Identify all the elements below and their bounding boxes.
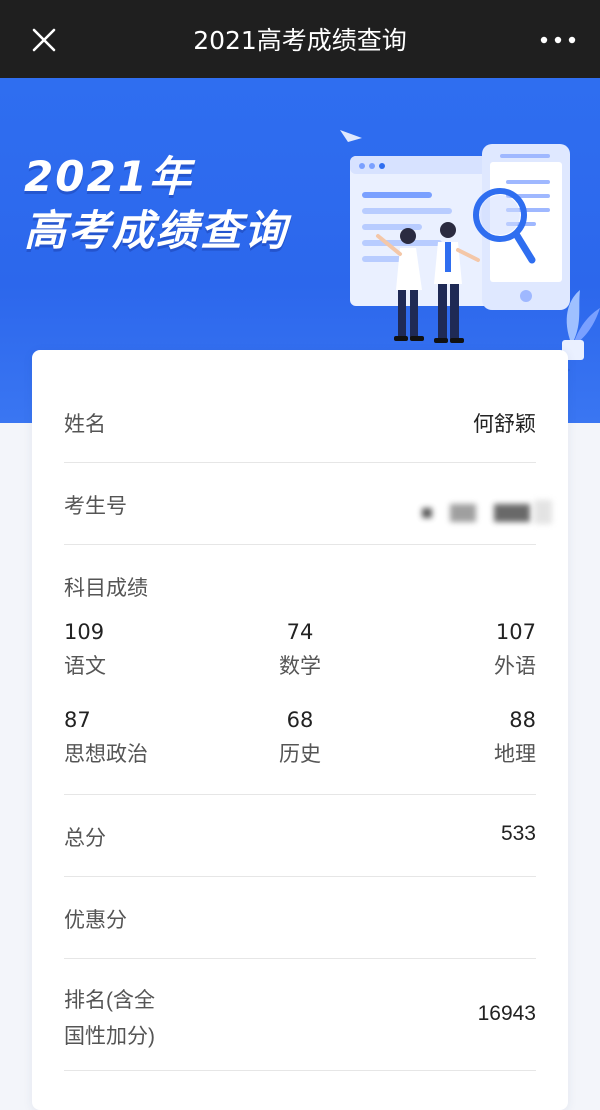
rank-label-line1: 排名(含全 [64,989,155,1012]
result-card: 姓名 何舒颖 考生号 科目成绩 109 语文 74 数学 107 外语 87 思… [32,350,568,1110]
subject-name: 数学 [279,654,321,678]
rank-row: 排名(含全 国性加分) 16943 [64,984,536,1048]
score-value: 107 [495,620,536,644]
divider [64,544,536,545]
page-title: 2021高考成绩查询 [193,26,407,55]
score-value: 88 [509,708,536,732]
subject-name: 语文 [64,654,106,678]
subject-name: 外语 [494,654,536,678]
name-value: 何舒颖 [473,413,536,436]
score-value: 74 [286,620,314,644]
hero-title: 2021年 高考成绩查询 [24,150,288,258]
total-row: 总分 533 [64,822,536,852]
name-label: 姓名 [64,413,106,436]
rank-value: 16943 [477,1002,536,1025]
subject-name: 地理 [494,742,536,766]
score-value: 68 [286,708,314,732]
bonus-label: 优惠分 [64,909,127,932]
subject-name: 历史 [279,742,321,766]
subject-score: 87 思想政治 [64,708,184,768]
divider [64,1070,536,1071]
divider [64,876,536,877]
exam-id-label: 考生号 [64,495,127,518]
subject-score: 74 数学 [240,620,360,680]
subject-name: 思想政治 [64,742,148,766]
total-value: 533 [500,822,536,845]
close-icon[interactable] [28,24,60,56]
subject-score: 109 语文 [64,620,184,680]
bonus-row: 优惠分 [64,904,536,934]
top-bar: 2021高考成绩查询 [0,0,600,78]
divider [64,462,536,463]
more-icon[interactable] [538,24,578,56]
subjects-label: 科目成绩 [64,577,148,600]
score-value: 109 [64,620,105,644]
hero-title-line2: 高考成绩查询 [24,206,289,255]
total-label: 总分 [64,827,106,850]
hero-title-line1: 2021年 [24,152,193,201]
rank-label-line2: 国性加分) [64,1025,155,1048]
subject-score: 68 历史 [240,708,360,768]
divider [64,794,536,795]
subjects-header-row: 科目成绩 [64,572,536,602]
name-row: 姓名 何舒颖 [64,408,536,438]
divider [64,958,536,959]
subject-score: 88 地理 [416,708,536,768]
subject-score: 107 外语 [416,620,536,680]
score-value: 87 [64,708,91,732]
